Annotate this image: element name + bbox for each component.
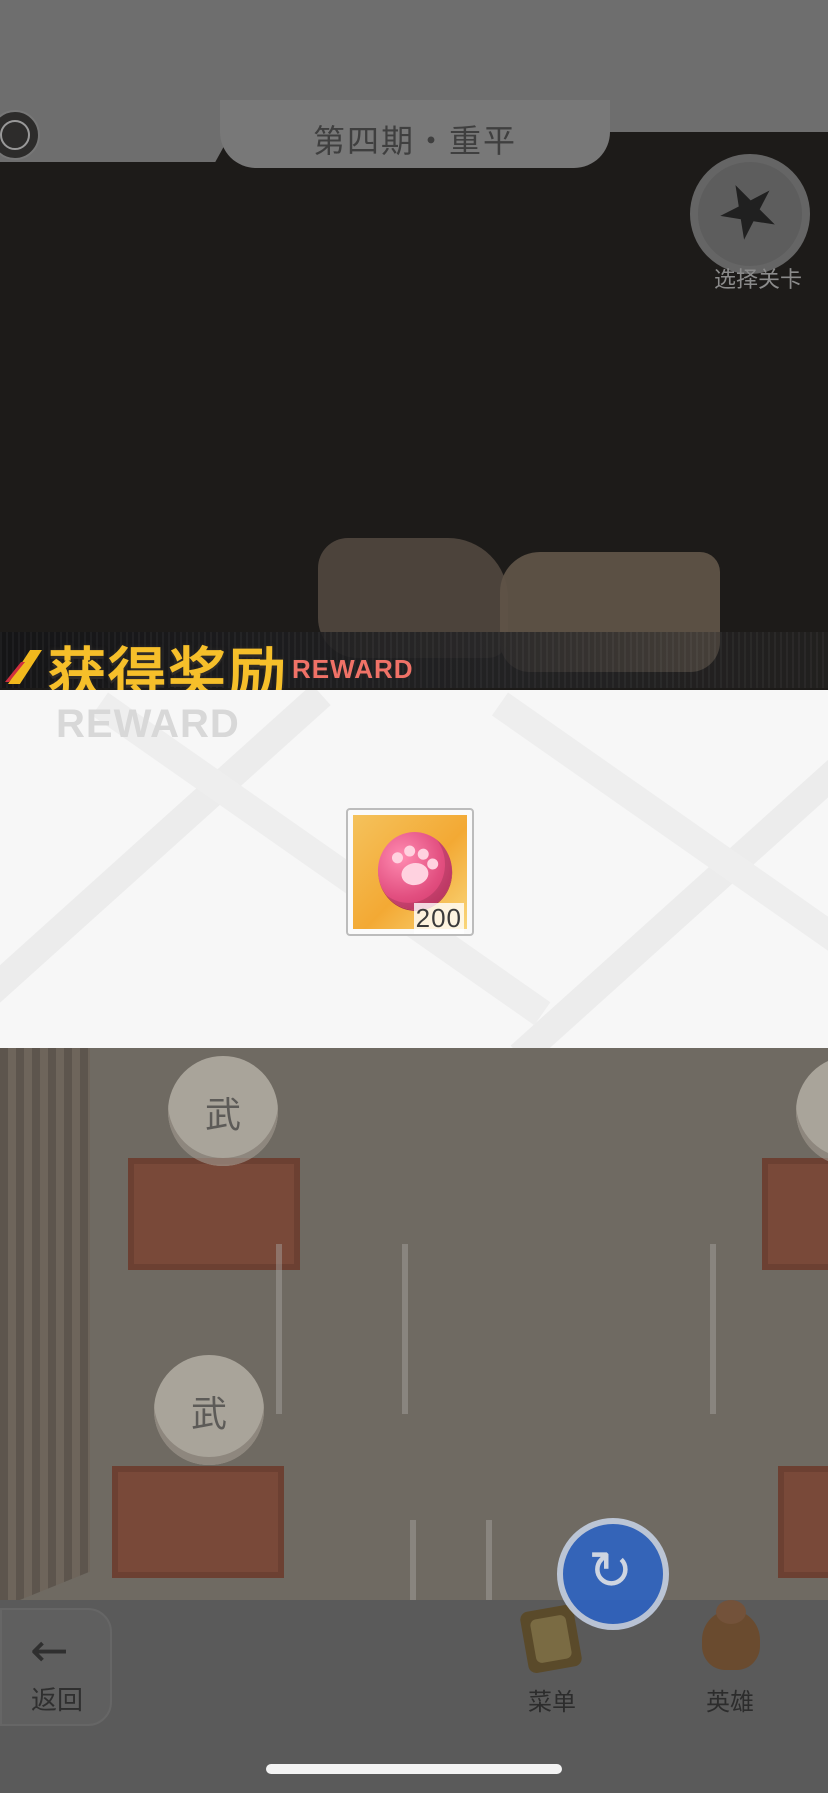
map-drum [168,1056,278,1166]
badge-icon[interactable]: 选择关卡 [690,154,810,292]
reward-watermark: REWARD [56,702,240,746]
paw-pad [400,861,430,887]
paw-toe [403,844,416,858]
reward-title-en: REWARD [292,654,414,684]
hero-icon [702,1600,760,1670]
reward-item-count: 200 [413,903,464,934]
map-carpet [778,1466,828,1578]
refresh-icon: ↻ [588,1539,634,1602]
back-button[interactable]: ← 返回 [0,1608,112,1726]
weapon-rack [410,1520,492,1600]
hero-label: 英雄 [706,1688,754,1716]
paw-toe [417,847,430,861]
menu-button[interactable]: 菜单 [502,1603,602,1728]
reward-item[interactable]: 200 [346,808,474,936]
back-label: 返回 [30,1686,83,1716]
level-tab: 第四期・重平 [220,100,610,168]
map-carpet [112,1466,284,1578]
reward-title: 获得奖励 [48,641,289,709]
badge-label: 选择关卡 [713,267,802,292]
paw-toe [426,857,439,871]
level-title: 第四期・重平 [312,122,517,160]
game-screen: 第四期・重平 选择关卡 获得奖励 REWARD REWARD [0,0,828,1793]
weapon-rack [276,1244,408,1414]
hero-button[interactable]: 英雄 [680,1600,780,1728]
refresh-button[interactable]: ↻ [557,1518,669,1630]
menu-label: 菜单 [528,1688,576,1716]
paw-toe [391,851,404,865]
reward-diagonal [491,692,828,1026]
home-indicator[interactable] [266,1764,562,1774]
map-carpet [128,1158,300,1270]
back-arrow-icon: ← [30,1623,69,1677]
weapon-rack [710,1244,828,1414]
map-drum [154,1355,264,1465]
map-wall [0,1011,90,1608]
